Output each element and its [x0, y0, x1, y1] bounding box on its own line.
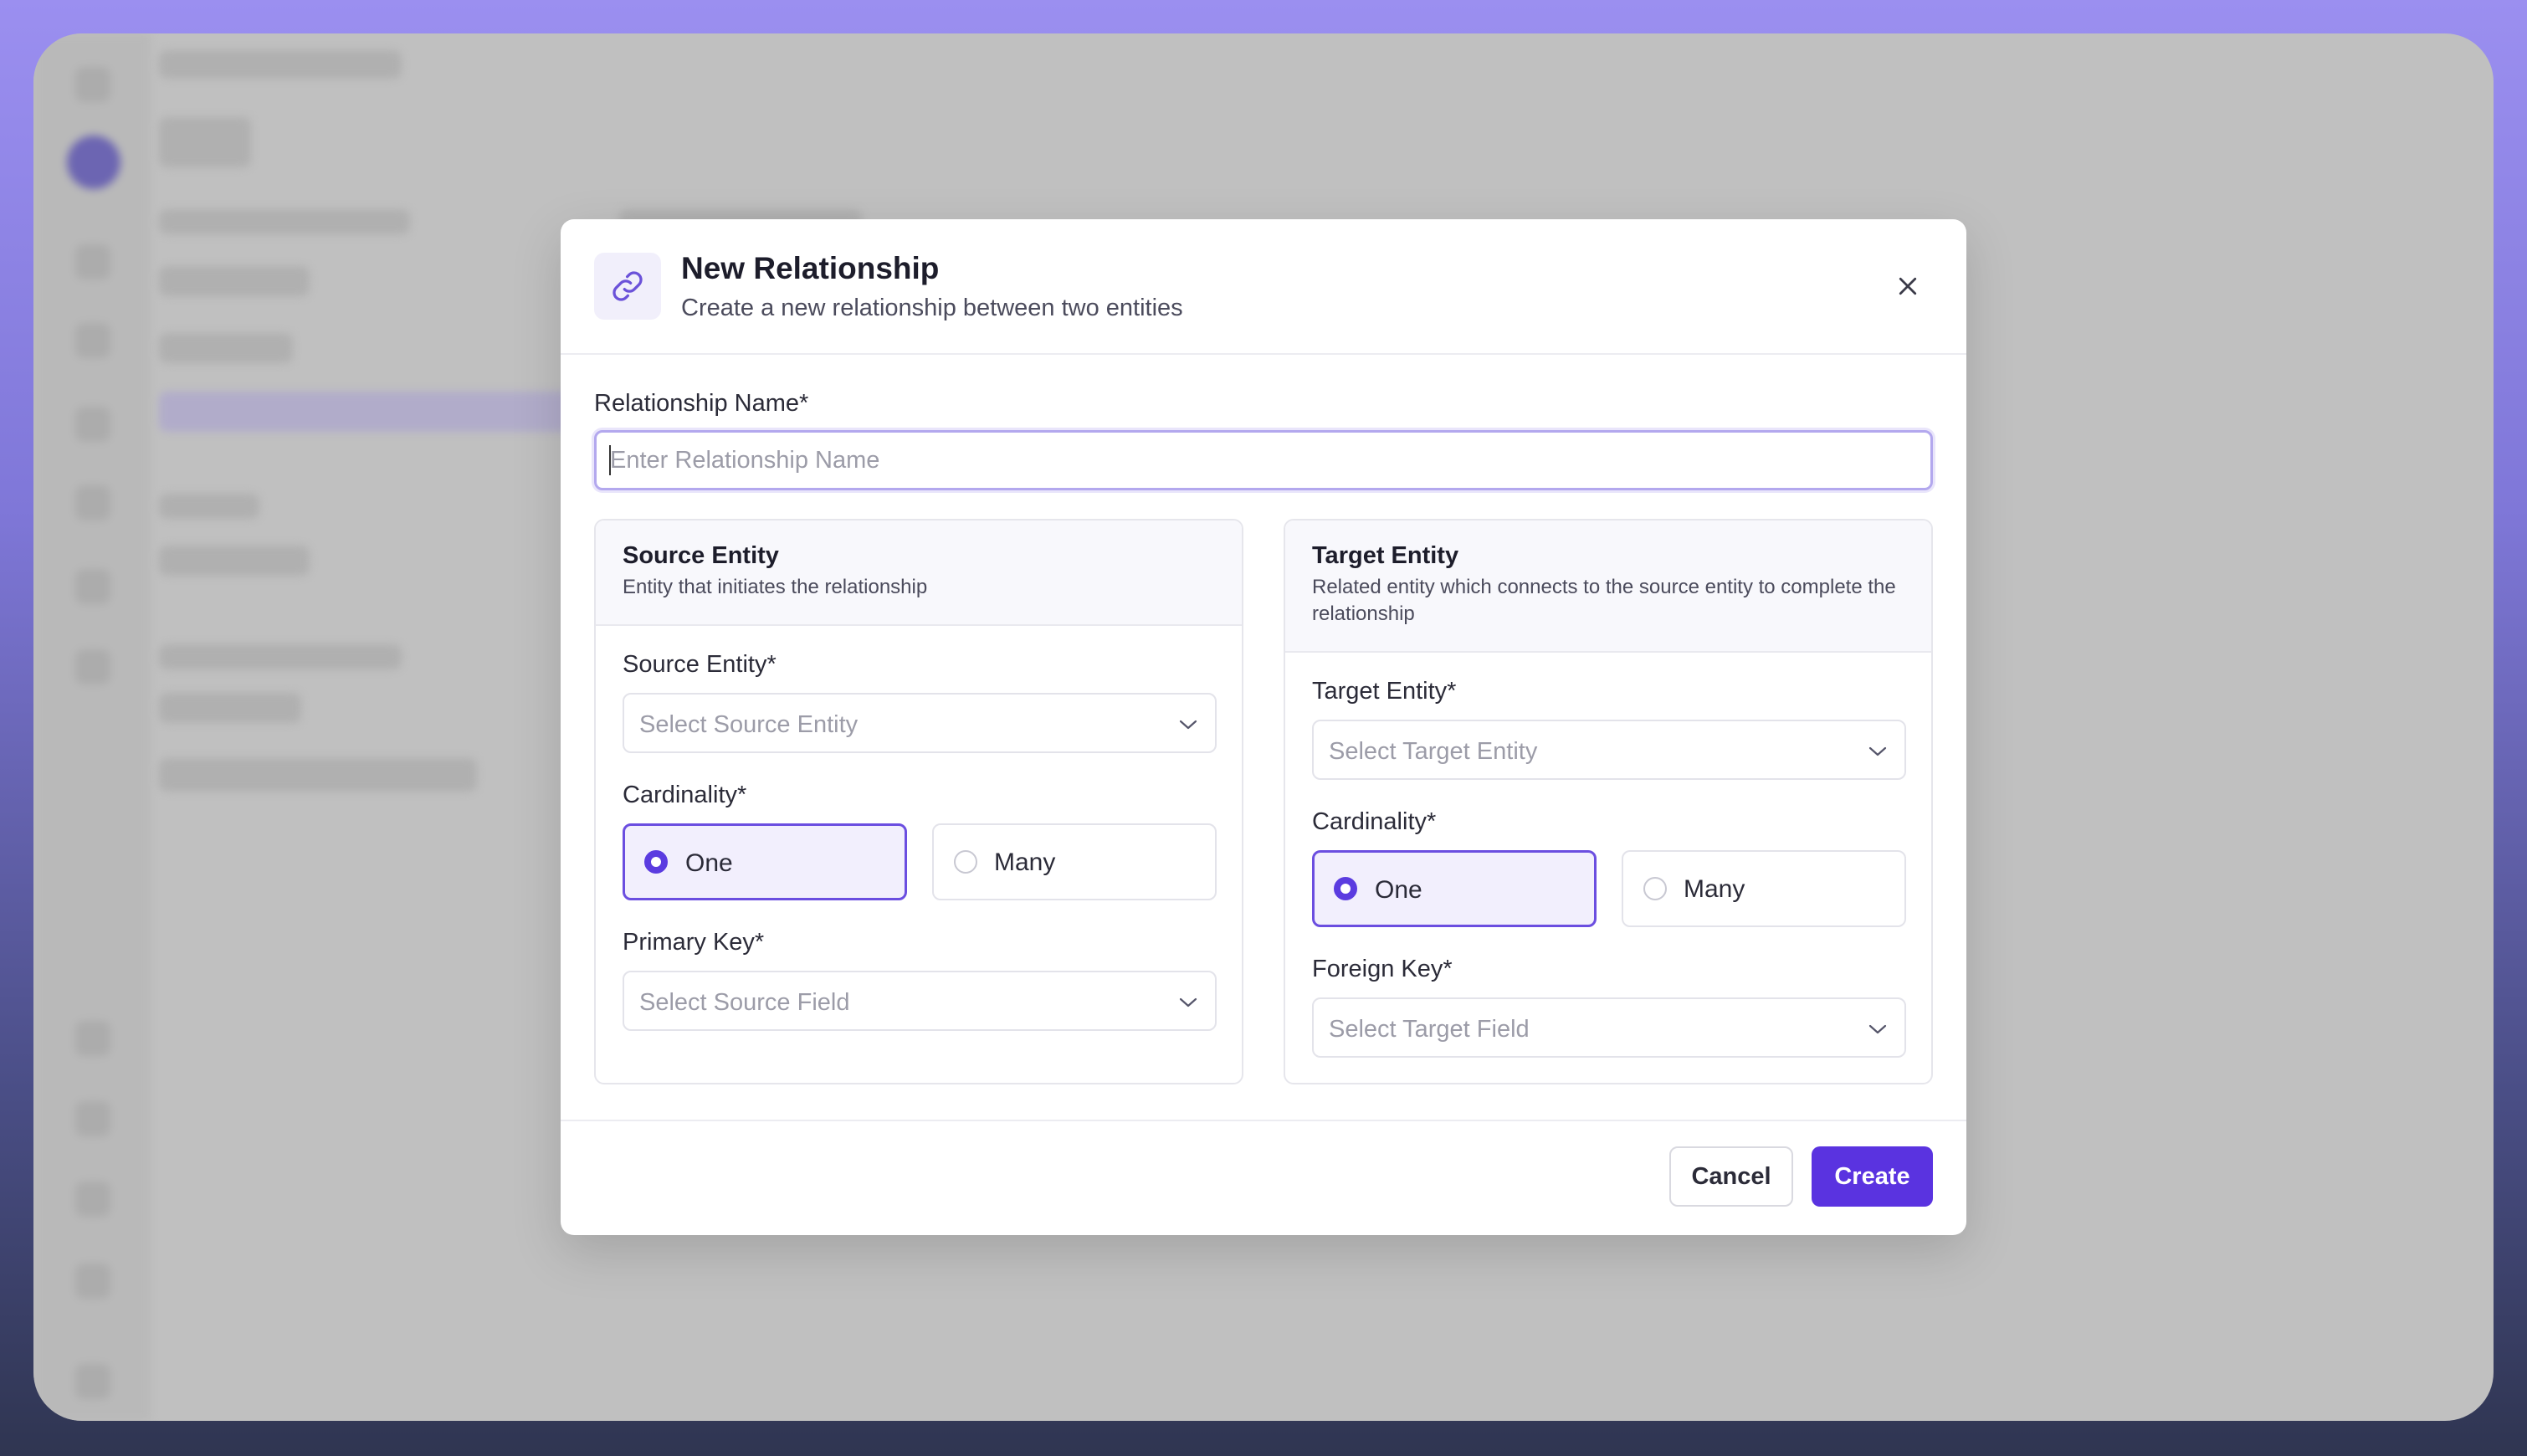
- target-cardinality-one[interactable]: One: [1312, 850, 1597, 927]
- create-button[interactable]: Create: [1812, 1146, 1933, 1207]
- radio-selected-icon: [1334, 877, 1357, 900]
- target-panel-header: Target Entity Related entity which conne…: [1285, 520, 1931, 653]
- source-entity-placeholder: Select Source Entity: [639, 711, 859, 738]
- primary-key-select[interactable]: Select Source Field: [623, 971, 1217, 1031]
- new-relationship-dialog: New Relationship Create a new relationsh…: [561, 219, 1966, 1235]
- radio-label: Many: [994, 848, 1056, 876]
- footer-divider: [561, 1120, 1966, 1121]
- target-entity-placeholder: Select Target Entity: [1329, 738, 1538, 765]
- cancel-button[interactable]: Cancel: [1669, 1146, 1793, 1207]
- radio-unselected-icon: [1643, 877, 1667, 900]
- radio-unselected-icon: [954, 850, 977, 874]
- chevron-down-icon: [1179, 720, 1197, 730]
- source-cardinality-many[interactable]: Many: [932, 823, 1217, 900]
- target-panel-description: Related entity which connects to the sou…: [1312, 576, 1896, 625]
- chevron-down-icon: [1868, 1024, 1887, 1034]
- relationship-name-input[interactable]: [594, 430, 1933, 490]
- relationship-name-label: Relationship Name*: [594, 390, 809, 417]
- primary-key-placeholder: Select Source Field: [639, 989, 850, 1016]
- radio-selected-icon: [644, 850, 668, 874]
- source-entity-select[interactable]: Select Source Entity: [623, 693, 1217, 753]
- source-panel-header: Source Entity Entity that initiates the …: [596, 520, 1242, 626]
- source-panel-description: Entity that initiates the relationship: [623, 576, 928, 598]
- close-button[interactable]: [1883, 261, 1933, 311]
- radio-label: Many: [1684, 875, 1745, 903]
- foreign-key-placeholder: Select Target Field: [1329, 1016, 1530, 1043]
- target-cardinality-label: Cardinality*: [1312, 808, 1437, 835]
- source-entity-label: Source Entity*: [623, 651, 777, 678]
- radio-label: One: [685, 849, 733, 877]
- dialog-header: New Relationship Create a new relationsh…: [561, 219, 1966, 355]
- target-entity-panel: Target Entity Related entity which conne…: [1284, 519, 1933, 1084]
- chevron-down-icon: [1179, 997, 1197, 1007]
- source-cardinality-one[interactable]: One: [623, 823, 907, 900]
- foreign-key-label: Foreign Key*: [1312, 956, 1453, 982]
- chevron-down-icon: [1868, 746, 1887, 756]
- source-cardinality-label: Cardinality*: [623, 782, 747, 808]
- primary-key-label: Primary Key*: [623, 929, 765, 956]
- source-panel-title: Source Entity: [623, 542, 779, 569]
- target-entity-select[interactable]: Select Target Entity: [1312, 720, 1906, 780]
- link-icon: [594, 253, 661, 320]
- target-panel-title: Target Entity: [1312, 542, 1459, 569]
- close-icon: [1899, 277, 1917, 295]
- target-cardinality-many[interactable]: Many: [1622, 850, 1906, 927]
- dialog-title: New Relationship: [681, 251, 940, 285]
- radio-label: One: [1375, 876, 1422, 904]
- text-caret: [609, 445, 611, 475]
- source-entity-panel: Source Entity Entity that initiates the …: [594, 519, 1243, 1084]
- foreign-key-select[interactable]: Select Target Field: [1312, 997, 1906, 1058]
- dialog-subtitle: Create a new relationship between two en…: [681, 295, 1183, 321]
- target-entity-label: Target Entity*: [1312, 678, 1457, 705]
